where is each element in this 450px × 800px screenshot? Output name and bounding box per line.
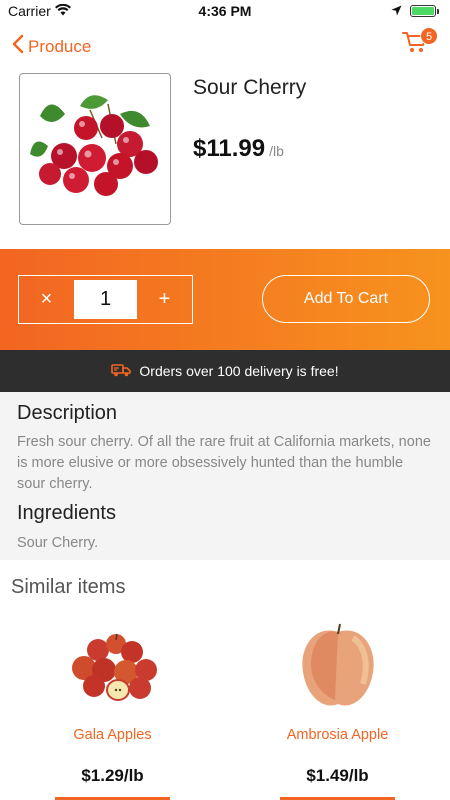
chevron-left-icon	[12, 34, 28, 59]
quantity-stepper: × +	[18, 275, 193, 324]
product-price: $11.99	[193, 135, 266, 162]
cherries-image	[30, 95, 158, 196]
similar-item-price: $1.49/lb	[306, 766, 369, 785]
price-row: $11.99 /lb	[193, 135, 284, 163]
status-bar: Carrier 4:36 PM	[0, 0, 450, 22]
cart-count-badge: 5	[420, 27, 438, 45]
back-button[interactable]: Produce	[12, 34, 91, 59]
back-button-label: Produce	[28, 36, 92, 56]
ambrosia-apple-image	[283, 620, 393, 710]
delivery-banner-text: Orders over 100 delivery is free!	[139, 363, 339, 379]
product-details: Description Fresh sour cherry. Of all th…	[0, 392, 450, 560]
delivery-truck-icon	[111, 363, 139, 380]
description-heading: Description	[17, 402, 118, 424]
similar-item-price: $1.29/lb	[81, 766, 144, 785]
product-name: Sour Cherry	[193, 76, 307, 99]
battery-tip	[437, 9, 439, 14]
similar-item-card[interactable]: Ambrosia Apple $1.49/lb	[225, 615, 450, 800]
cart-button[interactable]: 5	[402, 27, 438, 60]
similar-item-name[interactable]: Ambrosia Apple	[225, 727, 450, 743]
purchase-panel: × + Add To Cart	[0, 249, 450, 350]
increase-quantity-button[interactable]: +	[137, 276, 192, 323]
similar-item-card[interactable]: Gala Apples $1.29/lb	[0, 615, 225, 800]
status-time: 4:36 PM	[198, 3, 252, 19]
location-arrow-icon	[391, 3, 402, 19]
navigation-bar: Produce 5	[0, 22, 450, 68]
gala-apples-image	[58, 620, 168, 710]
battery-icon	[410, 5, 436, 17]
ingredients-heading: Ingredients	[17, 502, 116, 524]
delivery-banner: Orders over 100 delivery is free!	[0, 350, 450, 392]
similar-item-name[interactable]: Gala Apples	[0, 727, 225, 743]
product-image	[19, 73, 171, 225]
price-unit: /lb	[269, 143, 284, 159]
ingredients-text: Sour Cherry.	[17, 535, 99, 551]
add-to-cart-button[interactable]: Add To Cart	[262, 275, 430, 323]
decrease-quantity-button[interactable]: ×	[19, 276, 74, 323]
description-text: Fresh sour cherry. Of all the rare fruit…	[17, 434, 431, 492]
similar-items-heading: Similar items	[11, 576, 126, 598]
quantity-input[interactable]	[74, 280, 137, 319]
